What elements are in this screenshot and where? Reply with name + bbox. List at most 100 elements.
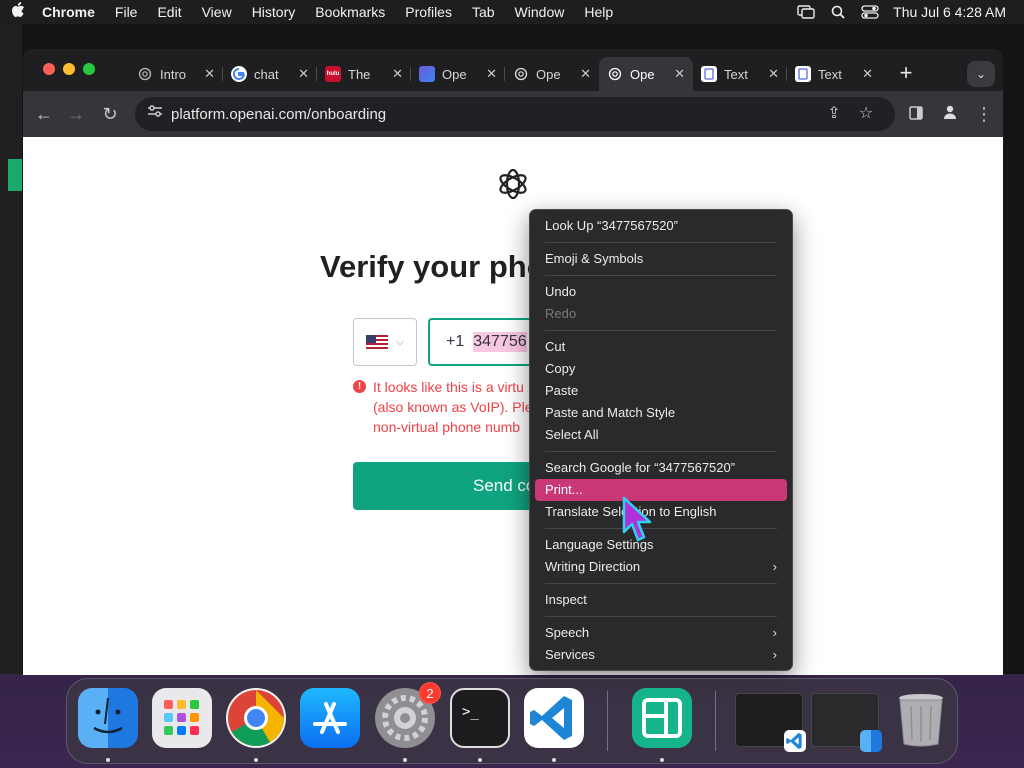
menu-item-services[interactable]: Services ›	[535, 644, 787, 666]
share-icon[interactable]: ⇪	[823, 103, 845, 125]
tab-title: Ope	[536, 66, 561, 82]
screen-mirroring-icon[interactable]	[797, 5, 815, 19]
menu-item-label: Services	[545, 647, 595, 662]
menu-separator	[545, 583, 777, 584]
macos-dock: 2 >_	[66, 678, 958, 764]
menu-item-translate[interactable]: Translate Selection to English	[535, 501, 787, 523]
system-settings-icon[interactable]: 2	[375, 682, 441, 748]
side-panel-icon[interactable]	[903, 101, 929, 127]
menu-window[interactable]: Window	[505, 0, 575, 24]
menu-item-speech[interactable]: Speech ›	[535, 622, 787, 644]
menu-item-paste-match-style[interactable]: Paste and Match Style	[535, 402, 787, 424]
menu-tab[interactable]: Tab	[462, 0, 505, 24]
apple-menu-icon[interactable]	[0, 2, 36, 22]
vscode-icon	[784, 730, 806, 752]
forward-arrow-icon[interactable]: →	[63, 101, 89, 127]
menu-item-language-settings[interactable]: Language Settings	[535, 534, 787, 556]
menu-item-paste[interactable]: Paste	[535, 380, 787, 402]
tab-4[interactable]: Ope ✕	[411, 57, 505, 91]
menu-view[interactable]: View	[192, 0, 242, 24]
menu-edit[interactable]: Edit	[147, 0, 191, 24]
zoom-window-button[interactable]	[83, 63, 95, 75]
menu-separator	[545, 330, 777, 331]
close-tab-icon[interactable]: ✕	[392, 66, 403, 82]
tab-search-button[interactable]: ⌄	[967, 61, 995, 87]
dock-divider	[715, 691, 716, 751]
menu-item-copy[interactable]: Copy	[535, 358, 787, 380]
close-tab-icon[interactable]: ✕	[204, 66, 215, 82]
close-window-button[interactable]	[43, 63, 55, 75]
close-tab-icon[interactable]: ✕	[674, 66, 685, 82]
tab-title: Intro	[160, 66, 187, 82]
close-tab-icon[interactable]: ✕	[486, 66, 497, 82]
minimize-window-button[interactable]	[63, 63, 75, 75]
menu-item-inspect[interactable]: Inspect	[535, 589, 787, 611]
menu-help[interactable]: Help	[574, 0, 623, 24]
menu-item-undo[interactable]: Undo	[535, 281, 787, 303]
minimized-window-finder[interactable]	[811, 693, 882, 752]
running-indicator	[106, 758, 110, 762]
menu-item-look-up[interactable]: Look Up “3477567520”	[535, 215, 787, 237]
menu-bookmarks[interactable]: Bookmarks	[305, 0, 395, 24]
tab-title: Text	[724, 66, 748, 82]
menu-app-name[interactable]: Chrome	[36, 0, 105, 24]
country-code-select[interactable]: ⌵	[353, 318, 417, 366]
menu-item-print[interactable]: Print...	[535, 479, 787, 501]
tab-3[interactable]: hulu The ✕	[317, 57, 411, 91]
openai-icon	[137, 66, 153, 82]
tab-5[interactable]: Ope ✕	[505, 57, 599, 91]
menu-item-search-google[interactable]: Search Google for “3477567520”	[535, 457, 787, 479]
back-arrow-icon[interactable]: ←	[31, 101, 57, 127]
close-tab-icon[interactable]: ✕	[862, 66, 873, 82]
close-tab-icon[interactable]: ✕	[768, 66, 779, 82]
more-menu-icon[interactable]: ⋮	[971, 101, 997, 127]
bookmark-star-icon[interactable]: ☆	[855, 103, 877, 125]
address-bar[interactable]: platform.openai.com/onboarding ⇪ ☆	[135, 97, 895, 131]
tab-6-active[interactable]: Ope ✕	[599, 57, 693, 91]
chrome-icon[interactable]	[226, 688, 286, 748]
selected-phone-text[interactable]: 347756	[473, 332, 527, 352]
running-indicator	[478, 758, 482, 762]
context-menu: Look Up “3477567520” Emoji & Symbols Und…	[529, 209, 793, 671]
menu-item-select-all[interactable]: Select All	[535, 424, 787, 446]
tab-7[interactable]: Text ✕	[693, 57, 787, 91]
menu-item-redo: Redo	[545, 306, 577, 321]
control-center-icon[interactable]	[861, 5, 879, 19]
launchpad-icon[interactable]	[152, 688, 212, 748]
reload-icon[interactable]: ↻	[97, 101, 123, 127]
profile-icon[interactable]	[937, 101, 963, 127]
menu-separator	[545, 451, 777, 452]
url-text[interactable]: platform.openai.com/onboarding	[171, 106, 386, 123]
finder-icon[interactable]	[78, 688, 138, 748]
menu-item-label: Writing Direction	[545, 559, 641, 574]
menu-history[interactable]: History	[242, 0, 306, 24]
minimized-window-vscode[interactable]	[735, 693, 806, 752]
vscode-icon[interactable]	[524, 688, 584, 748]
terminal-icon[interactable]: >_	[450, 688, 510, 748]
close-tab-icon[interactable]: ✕	[580, 66, 591, 82]
menu-separator	[545, 275, 777, 276]
doc-icon	[701, 66, 717, 82]
spotlight-search-icon[interactable]	[829, 5, 847, 19]
new-tab-button[interactable]: +	[893, 61, 919, 87]
app-store-icon[interactable]	[300, 688, 360, 748]
menubar-clock[interactable]: Thu Jul 6 4:28 AM	[893, 4, 1006, 20]
error-icon: !	[353, 380, 366, 393]
trash-icon[interactable]	[891, 688, 951, 748]
menu-file[interactable]: File	[105, 0, 148, 24]
web-page: Verify your pho ⌵ +1 347756 ! It looks l…	[23, 137, 1003, 675]
menu-profiles[interactable]: Profiles	[395, 0, 462, 24]
app-icon[interactable]	[632, 688, 692, 748]
chevron-right-icon: ›	[772, 559, 777, 574]
doc-icon	[795, 66, 811, 82]
menu-item-emoji-symbols[interactable]: Emoji & Symbols	[535, 248, 787, 270]
close-tab-icon[interactable]: ✕	[298, 66, 309, 82]
tab-8[interactable]: Text ✕	[787, 57, 881, 91]
tab-title: Ope	[630, 66, 655, 82]
site-settings-icon[interactable]	[145, 104, 165, 124]
chevron-right-icon: ›	[772, 625, 777, 640]
menu-item-writing-direction[interactable]: Writing Direction ›	[535, 556, 787, 578]
tab-1[interactable]: Intro ✕	[129, 57, 223, 91]
menu-item-cut[interactable]: Cut	[535, 336, 787, 358]
tab-2[interactable]: chat ✕	[223, 57, 317, 91]
